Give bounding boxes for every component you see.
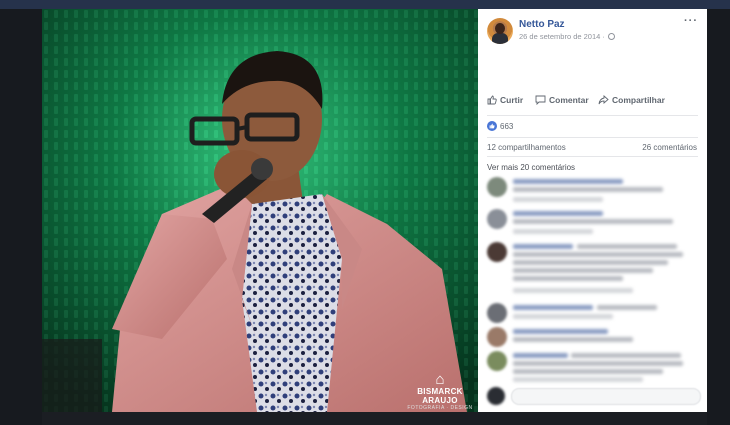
globe-icon (607, 33, 615, 40)
post-actions: Curtir Comentar Compartilhar (478, 95, 707, 113)
page-background-left (0, 9, 42, 425)
author-avatar[interactable] (487, 18, 513, 44)
post-details-panel: Netto Paz 26 de setembro de 2014 · ··· C… (478, 9, 707, 412)
like-button[interactable]: Curtir (487, 95, 523, 105)
share-label: Compartilhar (612, 95, 665, 105)
view-more-comments-link[interactable]: Ver mais 20 comentários (487, 163, 575, 172)
likes-summary[interactable]: 663 (487, 121, 513, 131)
likes-count: 663 (500, 121, 514, 131)
post-date[interactable]: 26 de setembro de 2014 · (519, 32, 615, 41)
actions-divider (487, 115, 698, 116)
comment-composer (487, 387, 701, 405)
commenter-avatar[interactable] (487, 351, 507, 371)
comment-icon (535, 95, 546, 105)
viewer-avatar (487, 387, 505, 405)
watermark-name: BISMARCK ARAUJO (417, 387, 463, 405)
page-header-bar (0, 0, 730, 9)
watermark-subtitle: FOTOGRAFIA · DESIGN (407, 405, 473, 411)
page-background-bottom (42, 412, 707, 425)
concert-photo (42, 9, 478, 412)
comment-input[interactable] (511, 388, 701, 405)
share-icon (598, 95, 609, 105)
photo-viewer[interactable] (42, 9, 478, 412)
photographer-watermark: ⌂ BISMARCK ARAUJO FOTOGRAFIA · DESIGN (400, 372, 480, 411)
post-date-text: 26 de setembro de 2014 · (519, 32, 605, 41)
shares-count[interactable]: 12 compartilhamentos (487, 143, 566, 152)
share-button[interactable]: Compartilhar (598, 95, 665, 105)
comments-count[interactable]: 26 comentários (642, 143, 697, 152)
comment-label: Comentar (549, 95, 589, 105)
like-reaction-icon (487, 121, 497, 131)
commenter-avatar[interactable] (487, 209, 507, 229)
like-label: Curtir (500, 95, 524, 105)
author-name[interactable]: Netto Paz (519, 19, 565, 30)
camera-logo-icon: ⌂ (435, 371, 445, 388)
thumbs-up-icon (487, 95, 497, 105)
commenter-avatar[interactable] (487, 242, 507, 262)
commenter-avatar[interactable] (487, 177, 507, 197)
commenter-avatar[interactable] (487, 327, 507, 347)
likes-divider (487, 137, 698, 138)
commenter-avatar[interactable] (487, 303, 507, 323)
page-background-right (707, 9, 730, 425)
comment-button[interactable]: Comentar (535, 95, 589, 105)
more-icon[interactable]: ··· (684, 15, 698, 27)
counts-divider (487, 156, 698, 157)
